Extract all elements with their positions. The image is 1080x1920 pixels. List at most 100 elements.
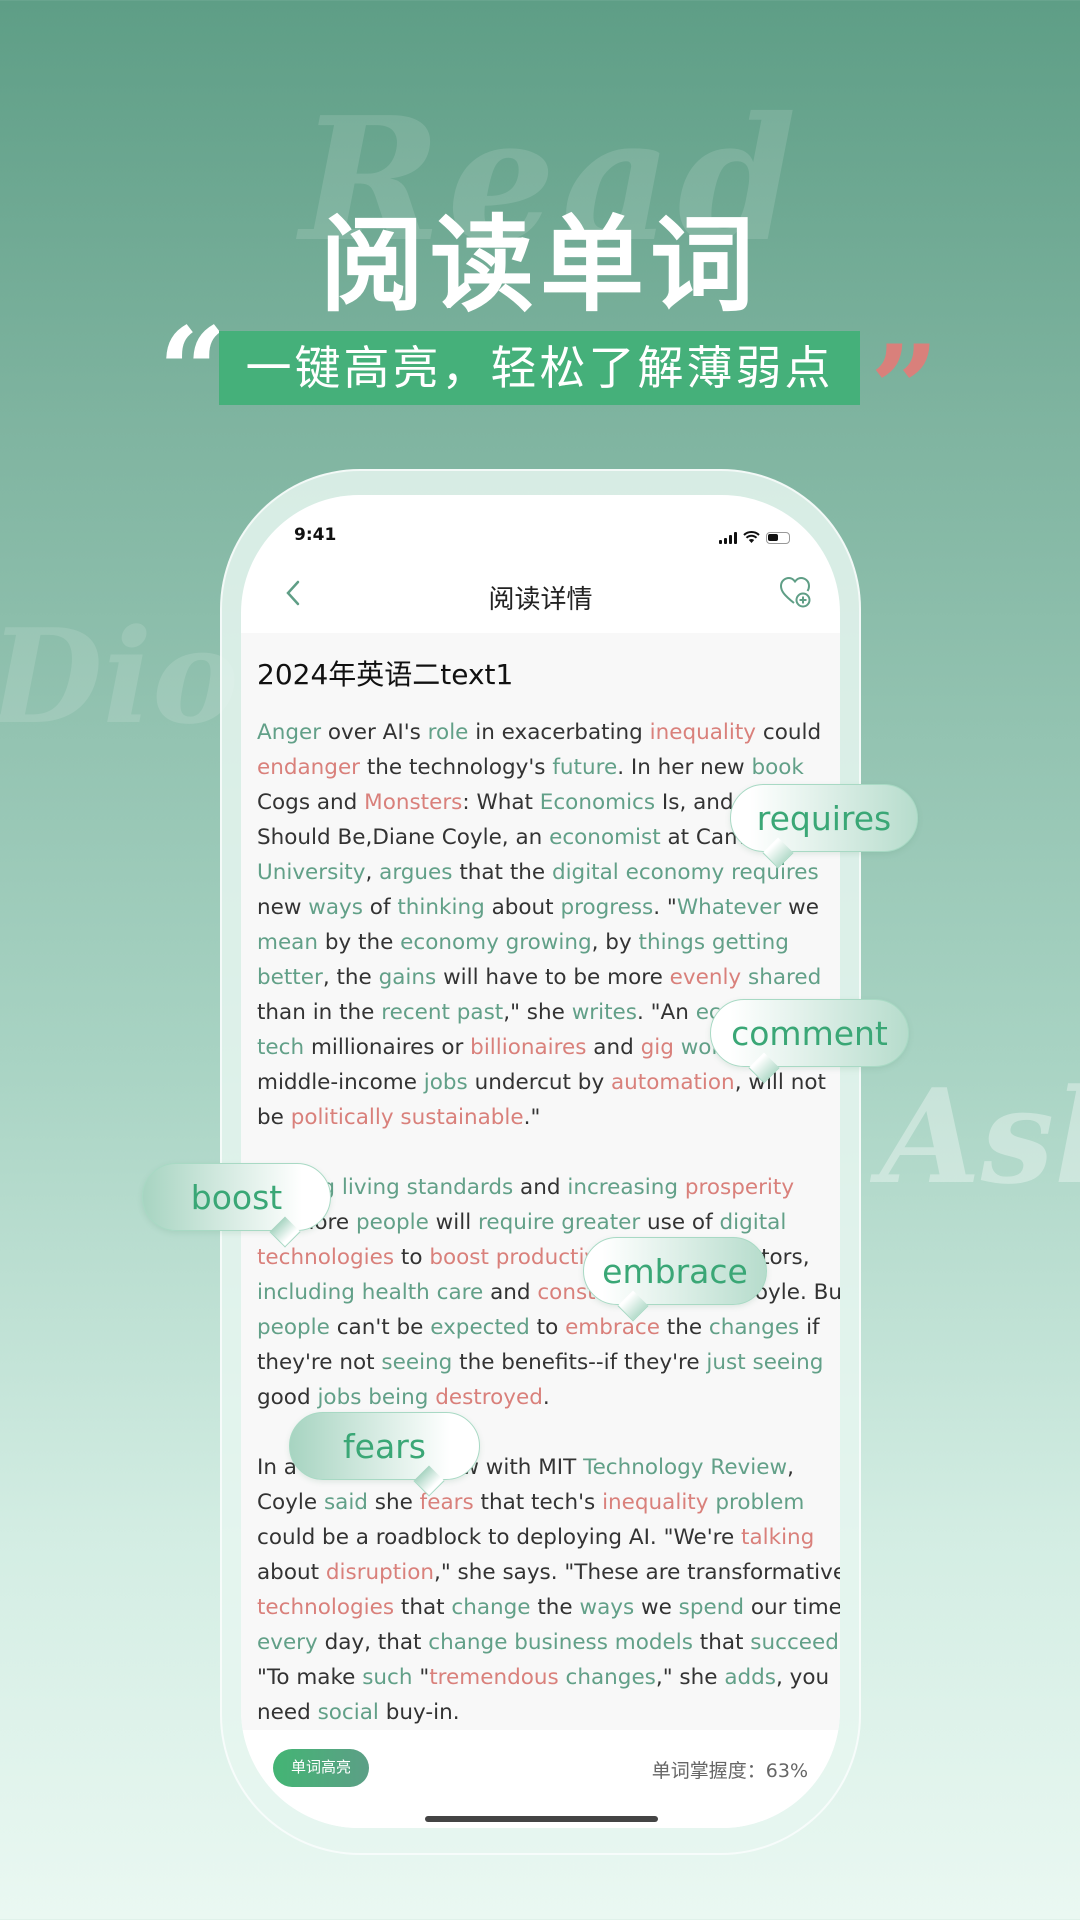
hero-subtitle: 一键高亮，轻松了解薄弱点 [219, 331, 860, 405]
word-bubble-comment: comment [710, 999, 909, 1084]
weak-word[interactable]: talking [741, 1525, 814, 1550]
word-bubble-boost: boost [142, 1163, 331, 1248]
known-word[interactable]: things getting [639, 930, 789, 955]
weak-word[interactable]: evenly [670, 965, 742, 990]
weak-word[interactable]: automation [611, 1070, 735, 1095]
known-word[interactable]: Economics [540, 790, 655, 815]
weak-word[interactable]: inequality [602, 1490, 708, 1515]
known-word[interactable]: tech [257, 1035, 304, 1060]
known-word[interactable]: economy growing [400, 930, 591, 955]
known-word[interactable]: role [428, 720, 469, 745]
weak-word[interactable]: technologies [257, 1245, 394, 1270]
known-word[interactable]: book [751, 755, 803, 780]
known-word[interactable]: changes [566, 1665, 656, 1690]
weak-word[interactable]: technologies [257, 1595, 394, 1620]
known-word[interactable]: Technology Review [583, 1455, 787, 1480]
weak-word[interactable]: embrace [565, 1315, 660, 1340]
bubble-word: fears [343, 1426, 426, 1466]
text-line: new ways of thinking about progress. "Wh… [257, 895, 819, 920]
text-line: people can't be expected to embrace the … [257, 1315, 820, 1340]
known-word[interactable]: seeing [381, 1350, 452, 1375]
known-word[interactable]: spend [679, 1595, 744, 1620]
home-indicator [425, 1816, 658, 1822]
open-quote-mark: “ [158, 301, 228, 442]
known-word[interactable]: problem [715, 1490, 804, 1515]
weak-word[interactable]: tremendous [429, 1665, 558, 1690]
heart-add-icon[interactable] [778, 575, 812, 609]
known-word[interactable]: thinking [397, 895, 484, 920]
known-word[interactable]: writes [572, 1000, 637, 1025]
weak-word[interactable]: prosperity [685, 1175, 794, 1200]
known-word[interactable]: argues [379, 860, 452, 885]
article-paragraph: In a recent interview with MIT Technolog… [257, 1450, 840, 1730]
known-word[interactable]: require greater [478, 1210, 640, 1235]
text-line: technologies that change the ways we spe… [257, 1595, 840, 1620]
known-word[interactable]: digital [719, 1210, 786, 1235]
known-word[interactable]: increasing [567, 1175, 678, 1200]
known-word[interactable]: recent past [381, 1000, 503, 1025]
article-paragraph: Anger over AI's role in exacerbating ine… [257, 715, 837, 1135]
known-word[interactable]: people [356, 1210, 429, 1235]
text-line: every day, that change business models t… [257, 1630, 839, 1655]
known-word[interactable]: jobs [424, 1070, 468, 1095]
known-word[interactable]: change business models [428, 1630, 693, 1655]
known-word[interactable]: jobs being [317, 1385, 428, 1410]
status-time: 9:41 [294, 525, 337, 545]
text-line: Raising living standards and increasing … [257, 1175, 795, 1200]
known-word[interactable]: changes [709, 1315, 799, 1340]
weak-word[interactable]: disruption [326, 1560, 434, 1585]
known-word[interactable]: social [318, 1700, 379, 1725]
known-word[interactable]: expected [430, 1315, 530, 1340]
known-word[interactable]: mean [257, 930, 318, 955]
text-line: better, the gains will have to be more e… [257, 965, 822, 990]
text-line: they're not seeing the benefits--if they… [257, 1350, 824, 1375]
text-line: good jobs being destroyed. [257, 1385, 550, 1410]
weak-word[interactable]: billionaires [470, 1035, 586, 1060]
weak-word[interactable]: inequality [650, 720, 756, 745]
known-word[interactable]: people [257, 1315, 330, 1340]
bubble-word: comment [731, 1013, 888, 1053]
known-word[interactable]: University [257, 860, 365, 885]
known-word[interactable]: adds [724, 1665, 776, 1690]
weak-word[interactable]: gig [641, 1035, 674, 1060]
known-word[interactable]: gains [379, 965, 437, 990]
page-title: 阅读详情 [488, 585, 593, 615]
known-word[interactable]: ways [308, 895, 363, 920]
known-word[interactable]: such [362, 1665, 412, 1690]
weak-word[interactable]: Monsters [364, 790, 462, 815]
known-word[interactable]: including health care [257, 1280, 483, 1305]
known-word[interactable]: shared [748, 965, 821, 990]
word-highlight-button[interactable]: 单词高亮 [273, 1749, 369, 1787]
text-line: be politically sustainable." [257, 1105, 541, 1130]
weak-word[interactable]: destroyed [435, 1385, 543, 1410]
known-word[interactable]: just seeing [706, 1350, 823, 1375]
status-bar: 9:41 [241, 525, 840, 555]
bottom-bar: 单词高亮 单词掌握度：63% [241, 1730, 840, 1828]
known-word[interactable]: said [324, 1490, 368, 1515]
bubble-word: boost [190, 1177, 283, 1217]
word-mastery: 单词掌握度：63% [652, 1756, 808, 1783]
text-line: Anger over AI's role in exacerbating ine… [257, 720, 822, 745]
weak-word[interactable]: politically sustainable [291, 1105, 524, 1130]
known-word[interactable]: Whatever [677, 895, 782, 920]
text-line: "To make such "tremendous changes," she … [257, 1665, 830, 1690]
text-line: endanger the technology's future. In her… [257, 755, 804, 780]
wifi-icon [743, 531, 760, 543]
known-word[interactable]: ways [579, 1595, 634, 1620]
known-word[interactable]: every [257, 1630, 318, 1655]
known-word[interactable]: future [552, 755, 617, 780]
known-word[interactable]: better [257, 965, 323, 990]
phone-screen: 9:41 阅读详情 2024年英语二text1 Anger over AI's … [241, 495, 840, 1828]
text-line: mean by the economy growing, by things g… [257, 930, 789, 955]
known-word[interactable]: progress [560, 895, 653, 920]
cellular-signal-icon [719, 531, 737, 544]
weak-word[interactable]: endanger [257, 755, 360, 780]
watermark-asl: Asl [880, 1060, 1080, 1213]
known-word[interactable]: succeed [750, 1630, 839, 1655]
text-line: University, argues that the digital econ… [257, 860, 819, 885]
known-word[interactable]: change [451, 1595, 530, 1620]
known-word[interactable]: Anger [257, 720, 321, 745]
known-word[interactable]: economist [549, 825, 661, 850]
bubble-word: embrace [602, 1251, 748, 1291]
battery-icon [766, 531, 790, 544]
